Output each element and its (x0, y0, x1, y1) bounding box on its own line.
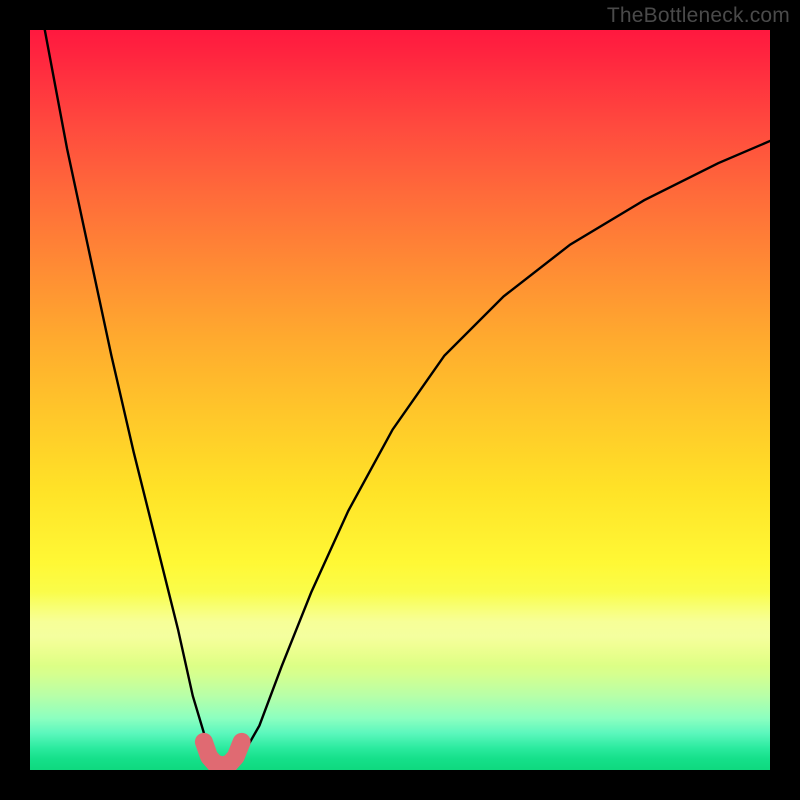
curve-right-branch (234, 141, 771, 763)
plot-area (30, 30, 770, 770)
curve-bottom-marker (204, 742, 242, 766)
curve-left-branch (45, 30, 219, 763)
watermark-text: TheBottleneck.com (607, 4, 790, 28)
chart-frame: TheBottleneck.com (0, 0, 800, 800)
curve-layer (30, 30, 770, 770)
bottleneck-curve (45, 30, 770, 766)
